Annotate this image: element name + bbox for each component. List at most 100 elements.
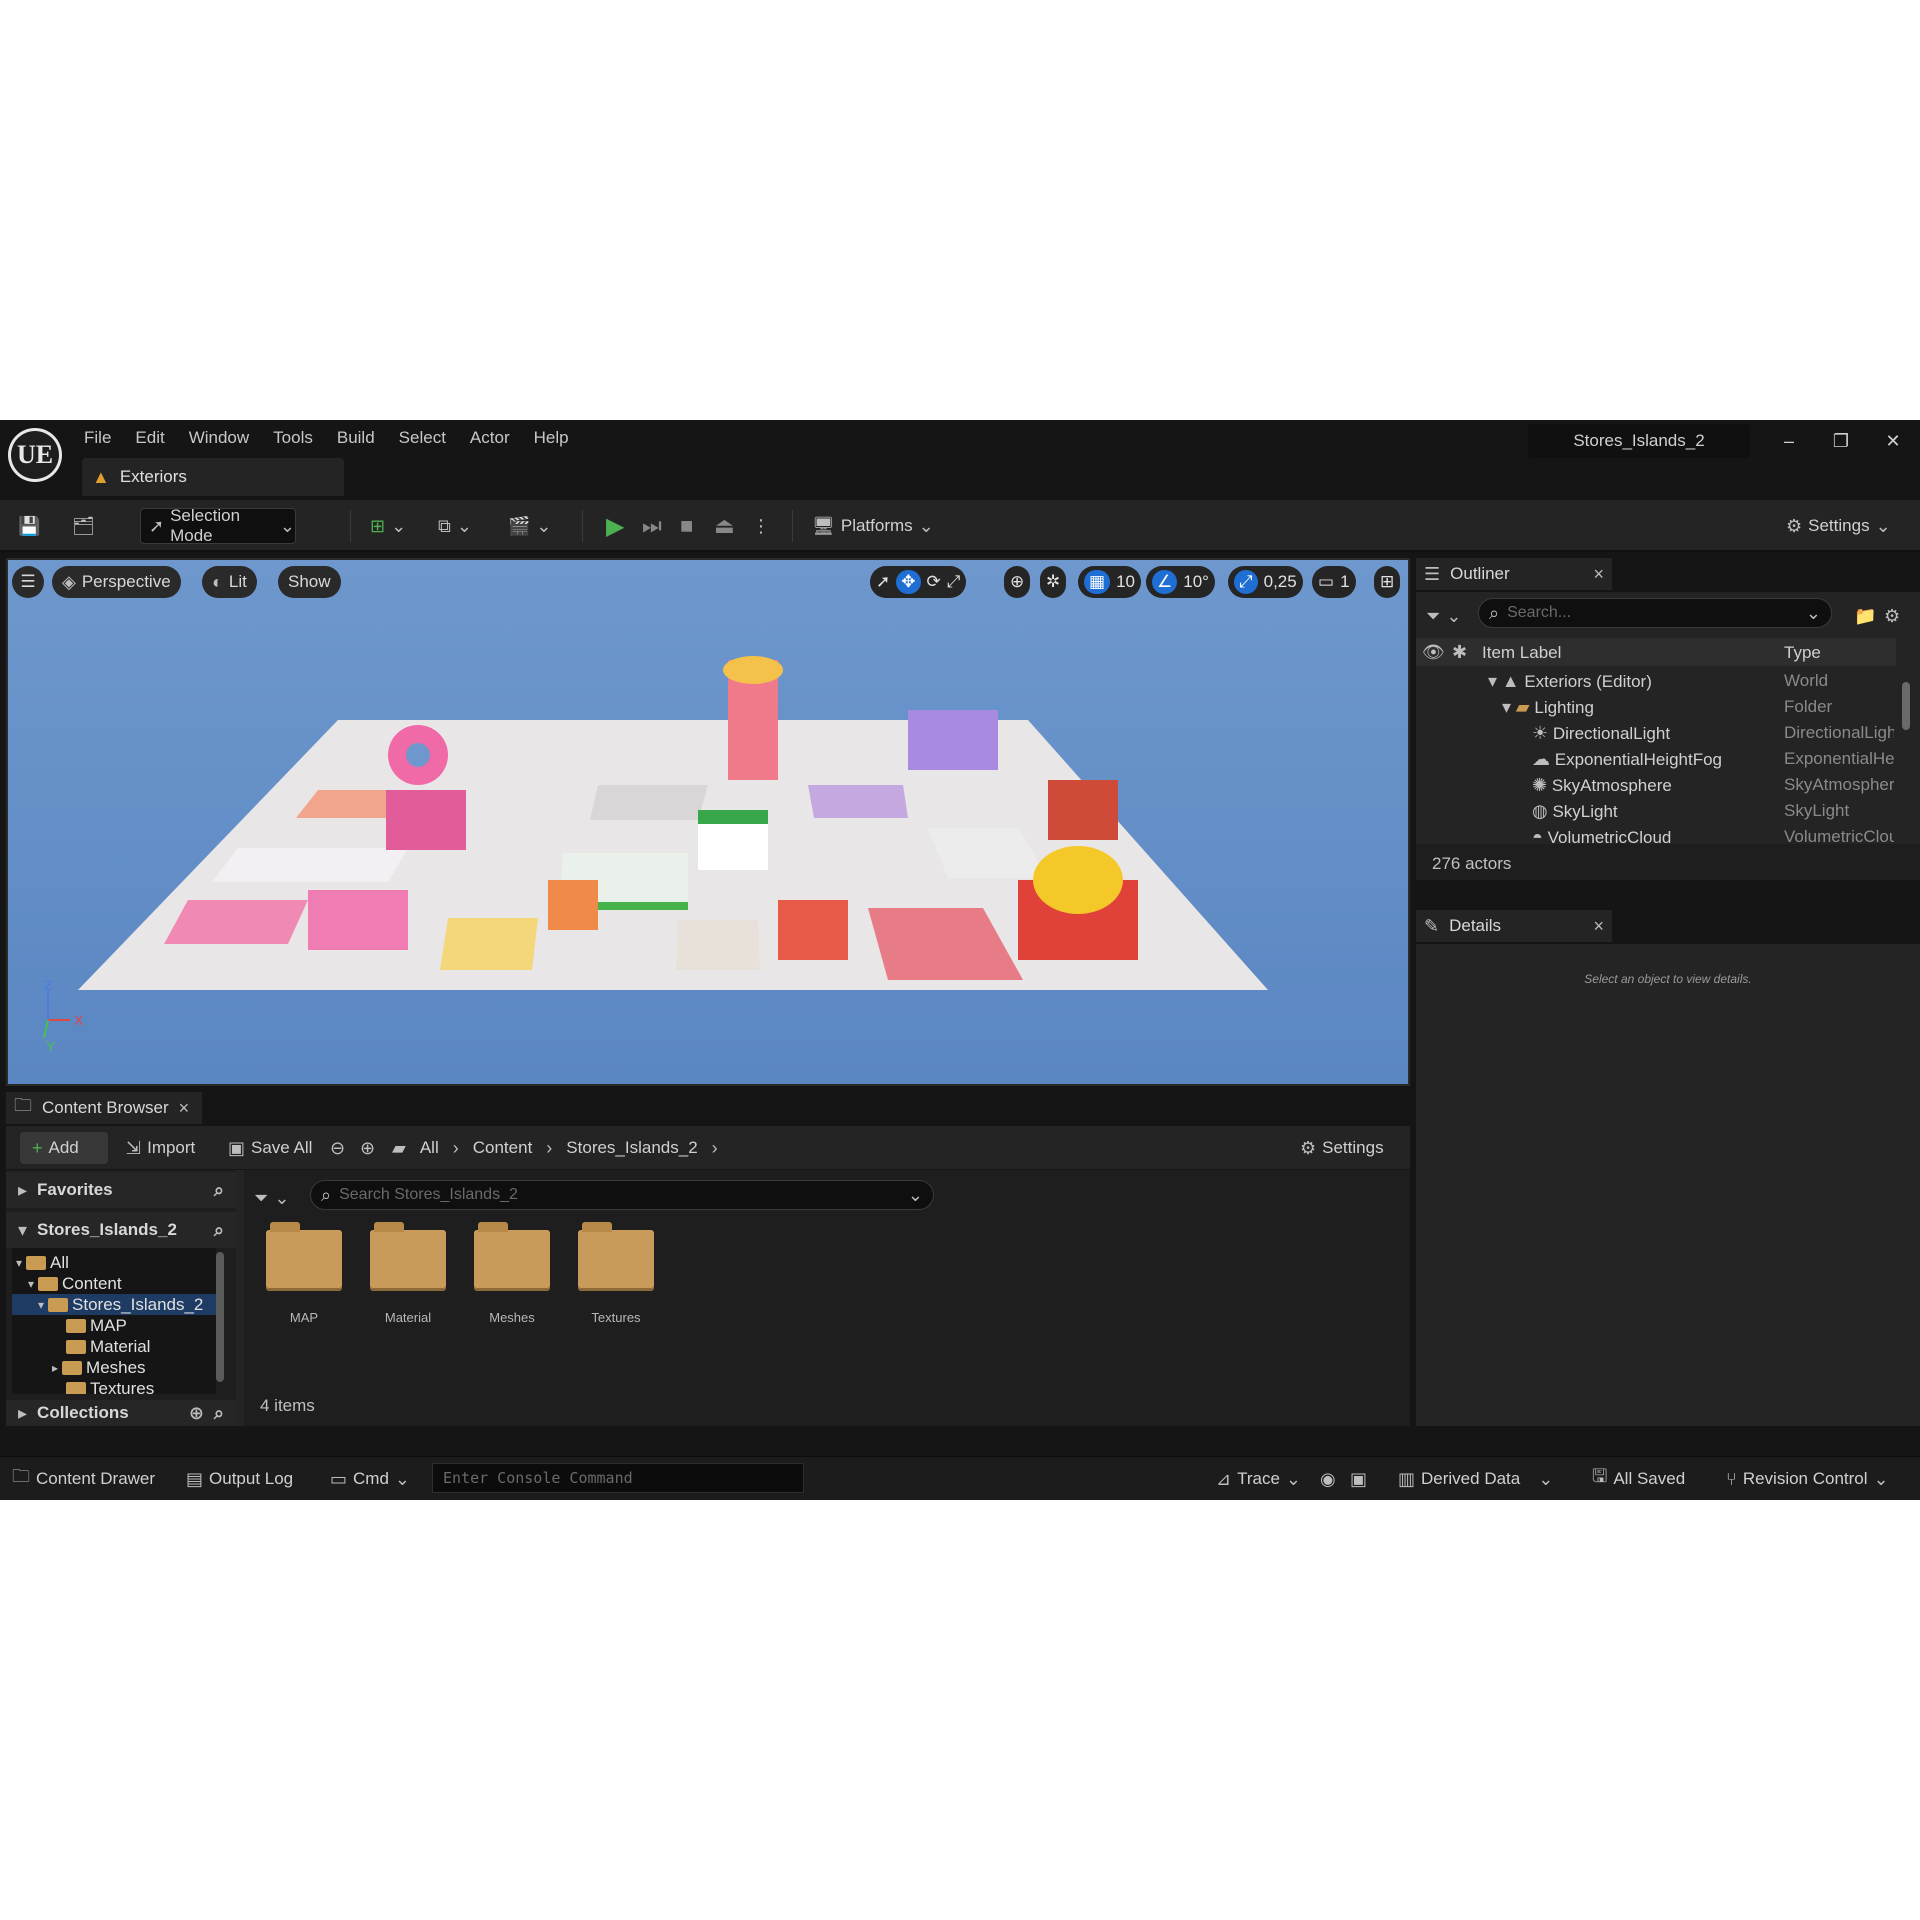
collections-header[interactable]: ▸ Collections ⊕ ⌕ xyxy=(6,1400,236,1426)
gear-icon[interactable]: ⚙ xyxy=(1884,598,1900,634)
star-icon[interactable]: ✱ xyxy=(1452,642,1467,663)
asset-folder-material[interactable]: Material xyxy=(360,1222,456,1325)
forward-icon[interactable]: ⊕ xyxy=(360,1132,375,1164)
breadcrumb-content[interactable]: Content xyxy=(473,1138,533,1158)
scale-snap-control[interactable]: ⤢ 0,25 xyxy=(1228,566,1303,598)
tree-item-map[interactable]: MAP xyxy=(66,1315,127,1336)
all-saved-button[interactable]: 🖫 All Saved xyxy=(1592,1463,1685,1495)
selection-mode-button[interactable]: ➚ Selection Mode ⌄ xyxy=(140,506,296,545)
console-input[interactable]: Enter Console Command xyxy=(432,1463,804,1493)
close-window-button[interactable]: ✕ xyxy=(1870,426,1916,456)
chevron-right-icon[interactable]: › xyxy=(712,1138,718,1159)
menu-select[interactable]: Select xyxy=(387,426,458,450)
outliner-row[interactable]: ✺ SkyAtmosphere SkyAtmosphere xyxy=(1416,772,1896,798)
viewport-layout-icon[interactable]: ⊞ xyxy=(1374,566,1401,598)
trace-button[interactable]: ⊿ Trace ⌄ xyxy=(1216,1463,1301,1495)
derived-data-button[interactable]: ▥ Derived Data ⌄ xyxy=(1398,1463,1553,1495)
perspective-button[interactable]: ◈ Perspective xyxy=(52,566,181,598)
blueprint-button[interactable]: ⧉ ⌄ xyxy=(438,508,472,544)
restore-button[interactable]: ❐ xyxy=(1818,426,1864,456)
expanded-icon[interactable]: ▾ xyxy=(1488,671,1497,692)
platforms-button[interactable]: 🖥 Platforms ⌄ xyxy=(812,508,934,544)
content-browser-tab[interactable]: 🗀 Content Browser × xyxy=(6,1092,202,1124)
outliner-search-input[interactable]: ⌕ Search... ⌄ xyxy=(1478,598,1832,628)
content-settings-button[interactable]: ⚙ Settings xyxy=(1300,1132,1384,1164)
settings-button[interactable]: ⚙ Settings ⌄ xyxy=(1786,508,1891,544)
add-button[interactable]: + Add xyxy=(20,1132,108,1164)
level-viewport[interactable]: Z X Y ☰ ◈ Perspective ◐ Lit Show ➚ ✥ ⟳ ⤢ ⊕… xyxy=(6,558,1410,1086)
search-icon[interactable]: ⌕ xyxy=(214,1180,224,1201)
scale-tool-icon[interactable]: ⤢ xyxy=(947,572,961,592)
back-icon[interactable]: ⊖ xyxy=(330,1132,345,1164)
outliner-scrollbar[interactable] xyxy=(1902,682,1910,730)
outliner-row[interactable]: ◓ VolumetricCloud VolumetricClou xyxy=(1416,824,1896,844)
new-folder-icon[interactable]: 📁 xyxy=(1854,598,1876,634)
visibility-icon[interactable]: 👁 xyxy=(1422,642,1445,663)
tree-item-stores-islands[interactable]: ▾ Stores_Islands_2 xyxy=(12,1294,216,1315)
menu-tools[interactable]: Tools xyxy=(261,426,325,450)
filter-icon[interactable]: ⏷ ⌄ xyxy=(254,1180,290,1216)
stop-button[interactable]: ■ xyxy=(680,508,693,544)
menu-edit[interactable]: Edit xyxy=(123,426,176,450)
save-all-button[interactable]: ▣ Save All xyxy=(228,1132,312,1164)
item-label-column-header[interactable]: Item Label xyxy=(1482,643,1561,663)
favorites-header[interactable]: ▸ Favorites ⌕ xyxy=(6,1172,236,1208)
outliner-tab[interactable]: ☰ Outliner × xyxy=(1416,558,1612,590)
add-collection-icon[interactable]: ⊕ xyxy=(189,1403,204,1424)
outliner-row[interactable]: ▾ ▲ Exteriors (Editor) World xyxy=(1416,668,1896,694)
import-button[interactable]: ⇲ Import xyxy=(126,1132,195,1164)
search-icon[interactable]: ⌕ xyxy=(214,1220,224,1241)
breadcrumb-stores-islands[interactable]: Stores_Islands_2 xyxy=(566,1138,697,1158)
sources-root-header[interactable]: ▾ Stores_Islands_2 ⌕ xyxy=(6,1212,236,1248)
outliner-row[interactable]: ▾ ▰ Lighting Folder xyxy=(1416,694,1896,720)
close-icon[interactable]: × xyxy=(1593,916,1604,937)
play-options-icon[interactable]: ⋮ xyxy=(752,508,770,544)
move-tool-icon[interactable]: ✥ xyxy=(896,570,921,594)
output-log-button[interactable]: ▤ Output Log xyxy=(186,1463,293,1495)
menu-window[interactable]: Window xyxy=(177,426,261,450)
asset-folder-map[interactable]: MAP xyxy=(256,1222,352,1325)
content-drawer-button[interactable]: 🗀 Content Drawer xyxy=(12,1463,155,1495)
tree-item-material[interactable]: Material xyxy=(66,1336,150,1357)
filter-icon[interactable]: ⏷ ⌄ xyxy=(1426,598,1462,634)
chevron-right-icon[interactable]: › xyxy=(453,1138,459,1159)
minimize-button[interactable]: – xyxy=(1766,426,1812,456)
tree-item-content[interactable]: ▾ Content xyxy=(28,1273,122,1294)
close-icon[interactable]: × xyxy=(1593,564,1604,585)
folder-tree-scrollbar[interactable] xyxy=(216,1252,224,1382)
tree-item-all[interactable]: ▾ All xyxy=(16,1252,69,1273)
grid-snap-control[interactable]: ▦ 10 xyxy=(1078,566,1141,598)
level-tab[interactable]: ▲ Exteriors xyxy=(82,458,344,496)
revision-control-button[interactable]: ⑂ Revision Control ⌄ xyxy=(1726,1463,1889,1495)
camera-speed-control[interactable]: ▭ 1 xyxy=(1312,566,1356,598)
asset-folder-meshes[interactable]: Meshes xyxy=(464,1222,560,1325)
menu-actor[interactable]: Actor xyxy=(458,426,522,450)
asset-search-input[interactable]: ⌕ Search Stores_Islands_2 ⌄ xyxy=(310,1180,934,1210)
details-tab[interactable]: ✎ Details × xyxy=(1416,910,1612,942)
outliner-row[interactable]: ☀ DirectionalLight DirectionalLight xyxy=(1416,720,1896,746)
tree-item-meshes[interactable]: ▸ Meshes xyxy=(52,1357,146,1378)
outliner-row[interactable]: ◍ SkyLight SkyLight xyxy=(1416,798,1896,824)
browse-icon[interactable]: 🗂 xyxy=(72,508,95,544)
type-column-header[interactable]: Type xyxy=(1784,643,1821,663)
save-icon[interactable]: 💾 xyxy=(18,508,40,544)
viewport-menu-icon[interactable]: ☰ xyxy=(12,566,44,598)
add-actor-button[interactable]: ⊞ ⌄ xyxy=(370,508,406,544)
menu-help[interactable]: Help xyxy=(522,426,581,450)
menu-file[interactable]: File xyxy=(72,426,123,450)
expanded-icon[interactable]: ▾ xyxy=(1502,697,1511,718)
cmd-dropdown[interactable]: ▭ Cmd ⌄ xyxy=(330,1463,410,1495)
step-button[interactable]: ⏭ xyxy=(642,508,662,544)
surface-snap-toggle[interactable]: ✲ xyxy=(1040,566,1067,598)
breadcrumb-all[interactable]: All xyxy=(420,1138,439,1158)
play-button[interactable]: ▶ xyxy=(606,508,624,544)
select-tool-icon[interactable]: ➚ xyxy=(876,572,890,592)
screenshot-icon[interactable]: ▣ xyxy=(1350,1463,1367,1495)
cinematics-button[interactable]: 🎬 ⌄ xyxy=(508,508,552,544)
rotation-snap-control[interactable]: ∠ 10° xyxy=(1146,566,1215,598)
show-button[interactable]: Show xyxy=(278,566,341,598)
chevron-right-icon[interactable]: › xyxy=(546,1138,552,1159)
unreal-logo-icon[interactable]: UE xyxy=(8,428,62,482)
close-icon[interactable]: × xyxy=(179,1098,190,1119)
asset-folder-textures[interactable]: Textures xyxy=(568,1222,664,1325)
